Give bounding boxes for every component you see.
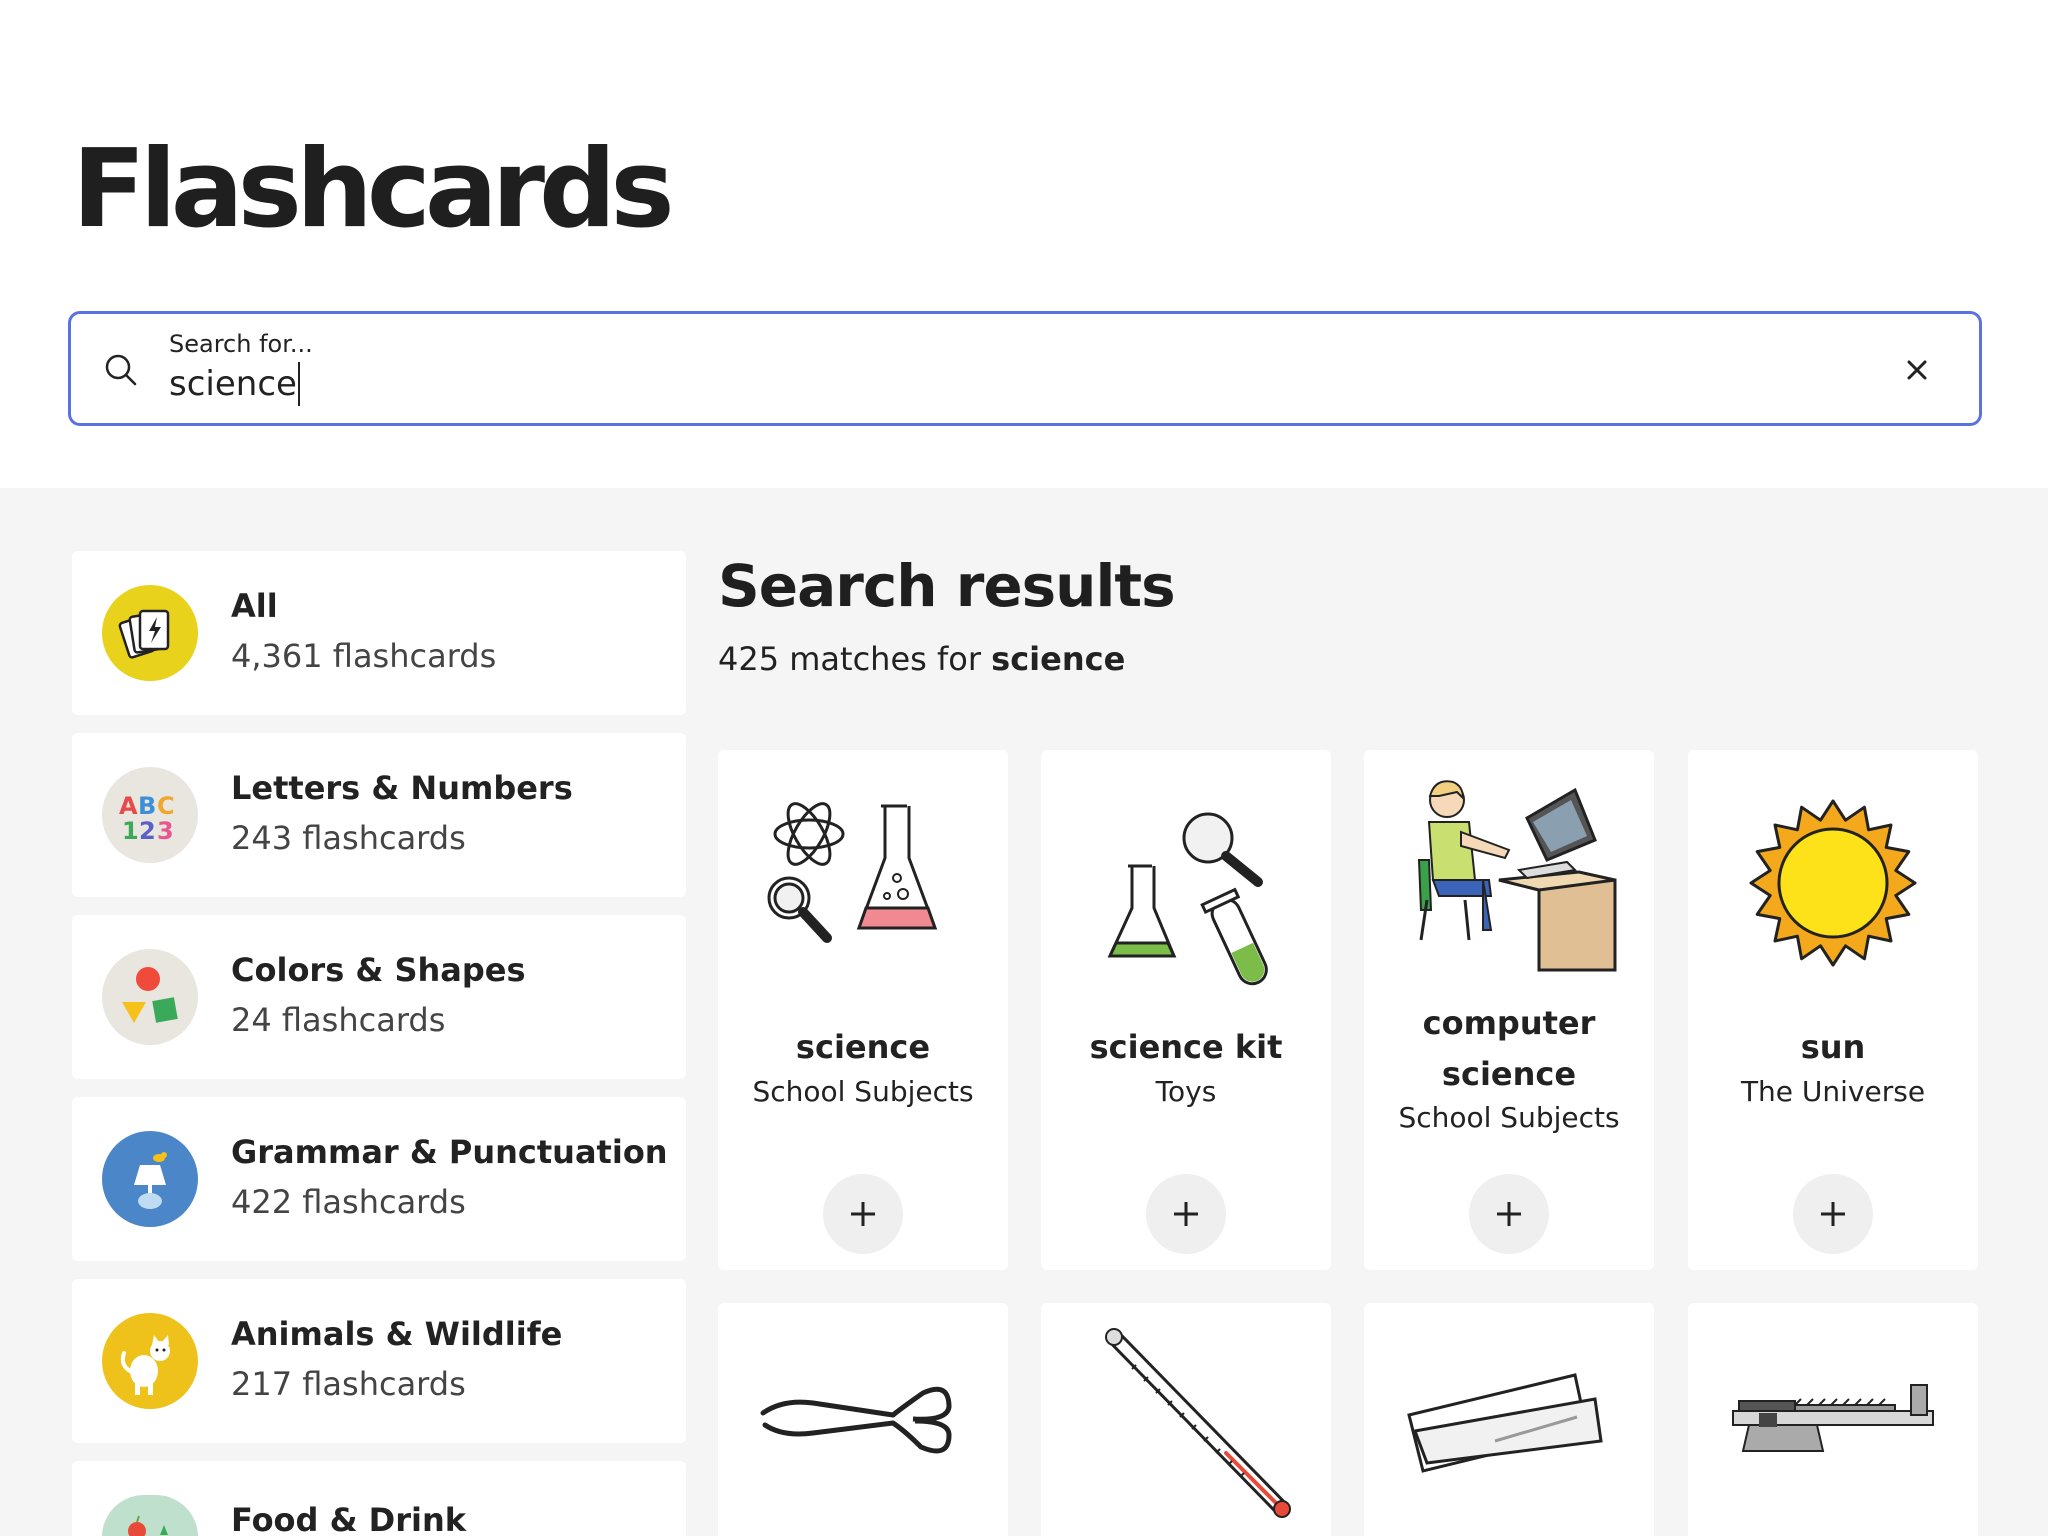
card-title-line2: science	[1441, 1055, 1577, 1093]
page-header: Flashcards Search for... science	[0, 0, 2048, 488]
search-box[interactable]: Search for... science	[68, 311, 1982, 426]
card-category: School Subjects	[1398, 1101, 1620, 1134]
plus-icon	[1497, 1202, 1521, 1226]
card-category: The Universe	[1740, 1075, 1926, 1108]
abc-123-icon: A B C 1 2 3	[102, 767, 198, 863]
category-count: 217 flashcards	[231, 1365, 466, 1403]
category-name: Letters & Numbers	[231, 769, 573, 807]
category-food-drink[interactable]: Food & Drink	[72, 1461, 686, 1536]
category-name: Food & Drink	[231, 1501, 466, 1536]
add-button[interactable]	[1469, 1174, 1549, 1254]
results-title: Search results	[718, 552, 1176, 620]
category-name: Grammar & Punctuation	[231, 1133, 668, 1171]
flashcard-sun[interactable]: sun The Universe	[1688, 750, 1978, 1270]
card-title: science kit	[1089, 1028, 1283, 1066]
card-title: science	[795, 1028, 931, 1066]
category-count: 422 flashcards	[231, 1183, 466, 1221]
tongs-icon	[760, 1386, 952, 1454]
svg-text:B: B	[138, 792, 156, 820]
card-title-line1: computer	[1422, 1004, 1596, 1042]
results-summary: 425 matches for science	[718, 640, 1125, 678]
category-count: 4,361 flashcards	[231, 637, 497, 675]
close-icon[interactable]	[1901, 354, 1933, 386]
svg-text:3: 3	[157, 817, 174, 845]
flashcard-thermometer[interactable]	[1041, 1303, 1331, 1536]
svg-text:2: 2	[139, 817, 156, 845]
svg-text:1: 1	[122, 817, 139, 845]
flashcard-science-kit[interactable]: science kit Toys	[1041, 750, 1331, 1270]
cat-icon	[102, 1313, 198, 1409]
flashcard-tongs[interactable]	[718, 1303, 1008, 1536]
category-count: 243 flashcards	[231, 819, 466, 857]
microscope-slides-icon	[1407, 1373, 1603, 1473]
science-kit-icon	[1107, 812, 1268, 986]
category-name: All	[231, 587, 278, 625]
search-icon	[105, 354, 137, 386]
lamp-bird-icon	[102, 1131, 198, 1227]
svg-text:C: C	[157, 792, 175, 820]
plus-icon	[1174, 1202, 1198, 1226]
svg-text:A: A	[119, 792, 138, 820]
card-category: Toys	[1155, 1075, 1217, 1108]
category-name: Animals & Wildlife	[231, 1315, 563, 1353]
add-button[interactable]	[1793, 1174, 1873, 1254]
science-icon	[767, 802, 938, 943]
add-button[interactable]	[1146, 1174, 1226, 1254]
food-icon	[102, 1495, 198, 1536]
balance-scale-icon	[1732, 1384, 1934, 1452]
plus-icon	[1821, 1202, 1845, 1226]
computer-science-icon	[1417, 780, 1617, 972]
flashcard-science[interactable]: science School Subjects	[718, 750, 1008, 1270]
results-query: science	[991, 640, 1126, 678]
add-button[interactable]	[823, 1174, 903, 1254]
category-count: 24 flashcards	[231, 1001, 446, 1039]
category-letters-numbers[interactable]: A B C 1 2 3 Letters & Numbers 243 flashc…	[72, 733, 686, 897]
search-input[interactable]: science	[169, 362, 300, 406]
flashcard-balance-scale[interactable]	[1688, 1303, 1978, 1536]
card-category: School Subjects	[752, 1075, 974, 1108]
plus-icon	[851, 1202, 875, 1226]
category-grammar-punctuation[interactable]: Grammar & Punctuation 422 flashcards	[72, 1097, 686, 1261]
card-title: sun	[1800, 1028, 1866, 1066]
category-all[interactable]: All 4,361 flashcards	[72, 551, 686, 715]
flashcards-icon	[102, 585, 198, 681]
flashcard-computer-science[interactable]: computer science School Subjects	[1364, 750, 1654, 1270]
thermometer-icon	[1105, 1328, 1291, 1518]
flashcard-microscope-slides[interactable]	[1364, 1303, 1654, 1536]
sun-icon	[1749, 799, 1917, 967]
page-title: Flashcards	[72, 127, 675, 252]
results-count: 425 matches for	[718, 640, 981, 678]
category-animals-wildlife[interactable]: Animals & Wildlife 217 flashcards	[72, 1279, 686, 1443]
category-name: Colors & Shapes	[231, 951, 526, 989]
search-label: Search for...	[169, 330, 313, 358]
category-colors-shapes[interactable]: Colors & Shapes 24 flashcards	[72, 915, 686, 1079]
shapes-icon	[102, 949, 198, 1045]
